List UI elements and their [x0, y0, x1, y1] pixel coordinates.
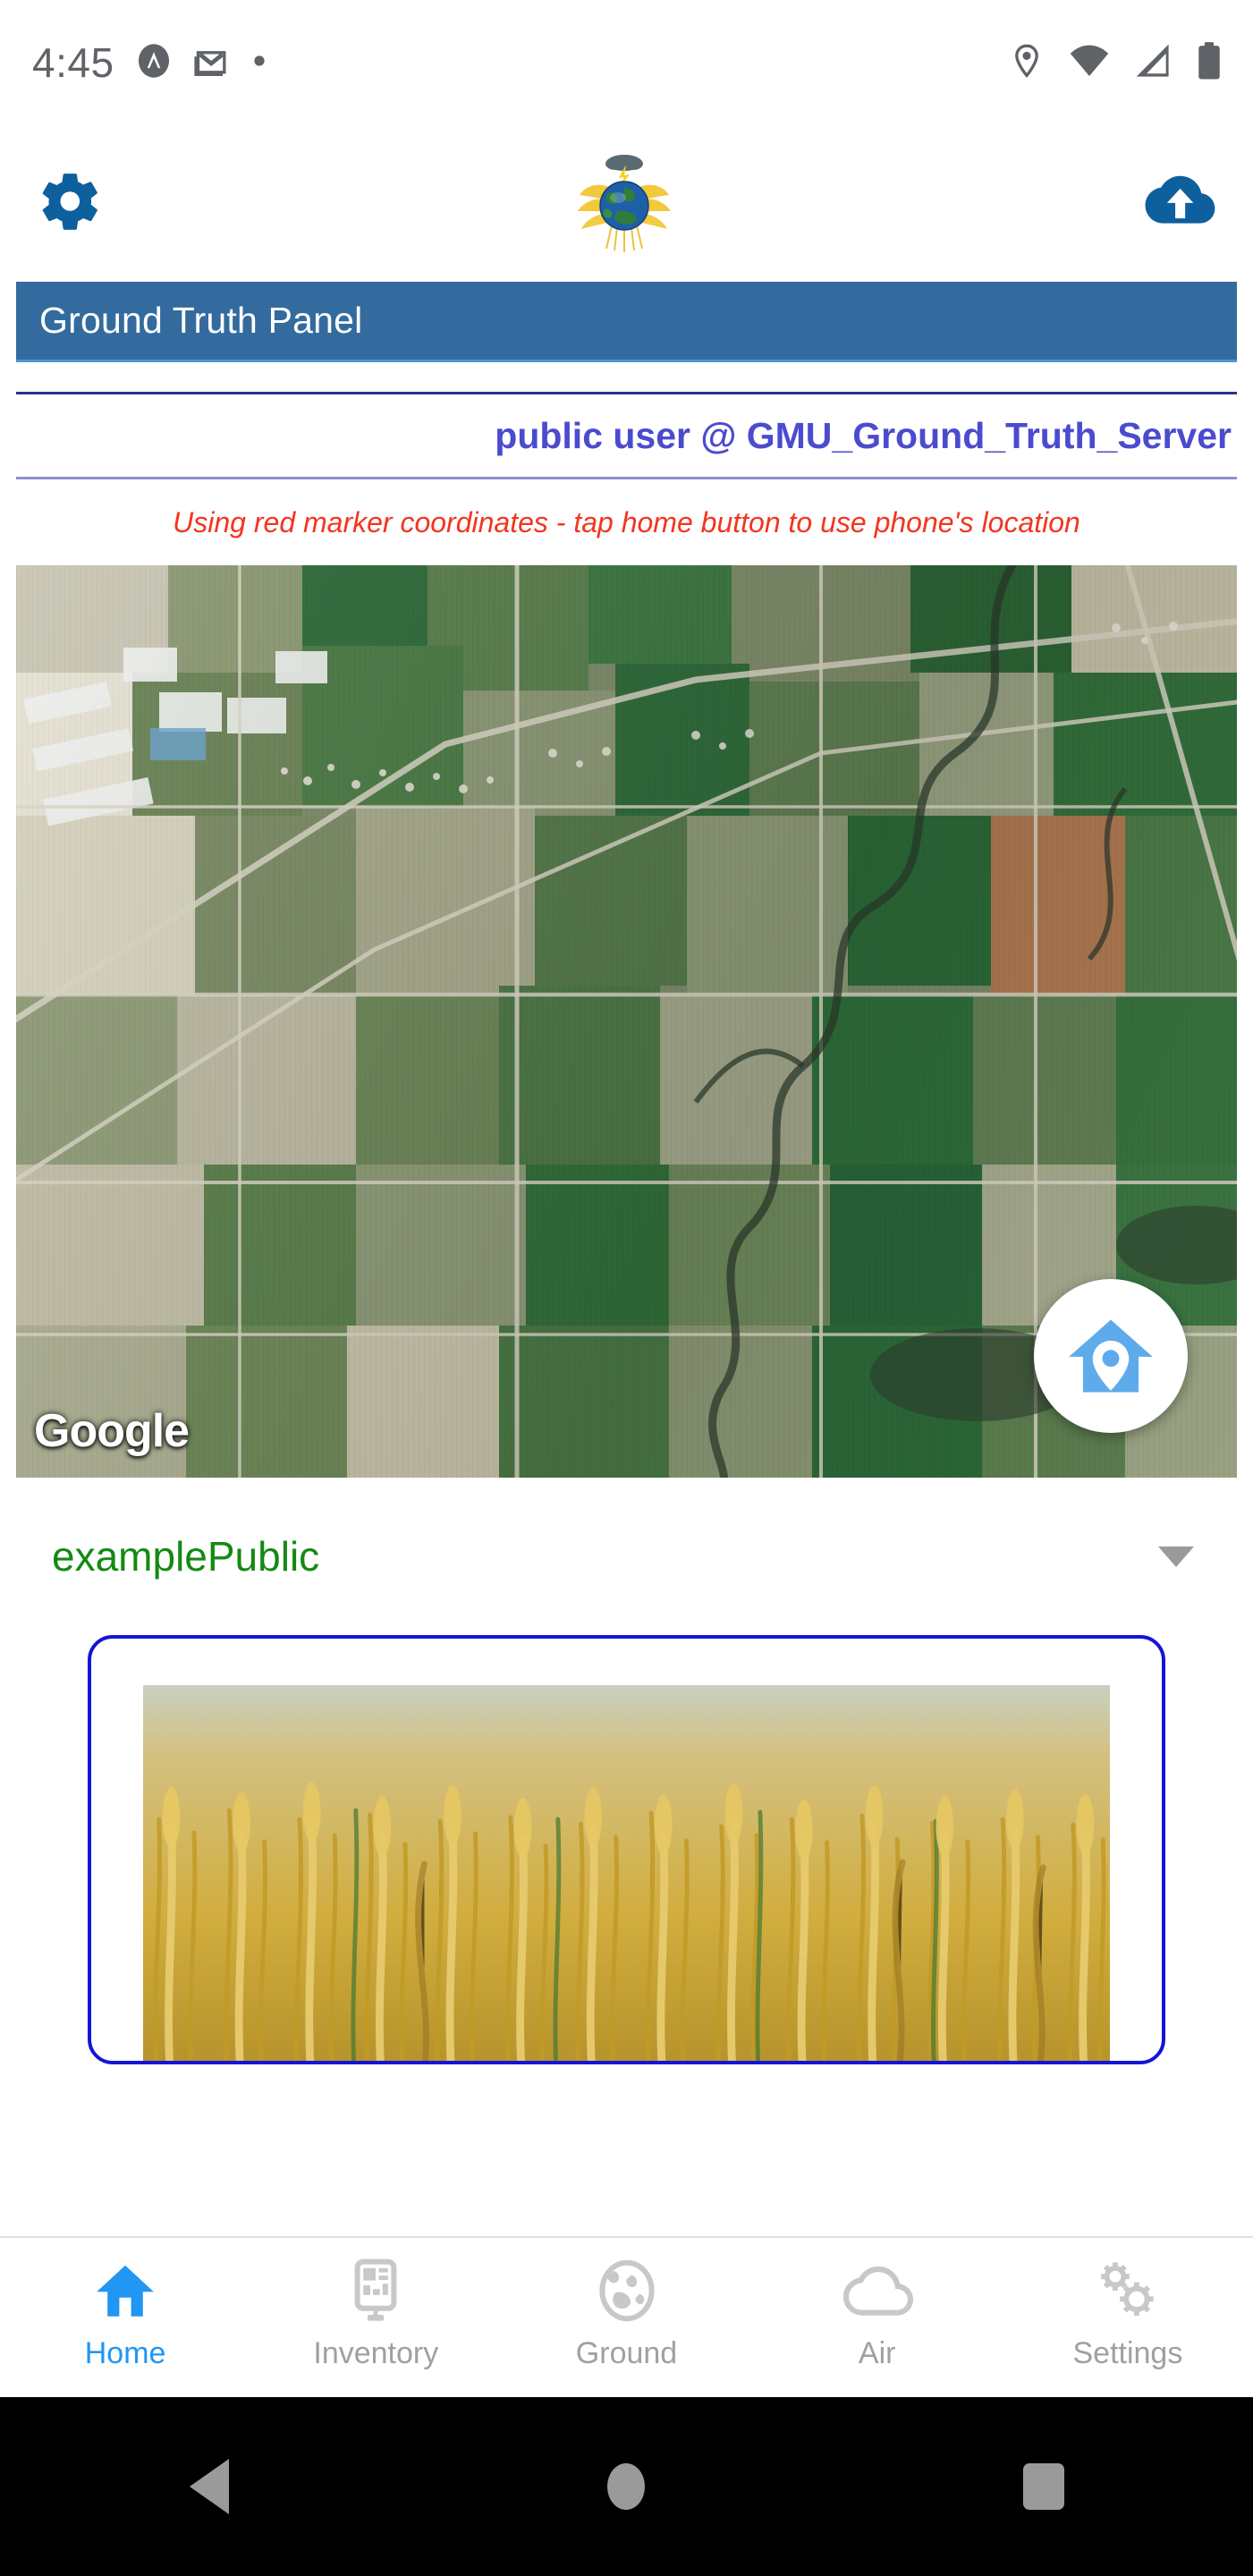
location-pin-icon	[1008, 42, 1046, 84]
gear-icon[interactable]	[38, 168, 104, 239]
globe-icon[interactable]	[595, 2252, 659, 2329]
back-triangle-icon[interactable]	[189, 2459, 229, 2514]
home-circle-icon[interactable]	[606, 2463, 645, 2510]
upload-button[interactable]	[1144, 170, 1215, 237]
nav-item-inventory[interactable]: Inventory	[250, 2252, 501, 2371]
page-title: Ground Truth Panel	[39, 300, 363, 341]
title-bar-container: Ground Truth Panel	[0, 282, 1253, 362]
user-info-row: public user @ GMU_Ground_Truth_Server	[0, 394, 1253, 477]
nav-label-ground[interactable]: Ground	[576, 2336, 677, 2371]
nav-label-home[interactable]: Home	[85, 2336, 166, 2371]
cell-signal-icon	[1133, 42, 1173, 84]
nav-item-air[interactable]: Air	[752, 2252, 1003, 2371]
nav-label-settings[interactable]: Settings	[1072, 2336, 1182, 2371]
chevron-down-icon[interactable]	[1158, 1546, 1194, 1567]
home-location-icon[interactable]	[1063, 1308, 1159, 1404]
status-bar-clock: 4:45	[32, 39, 114, 86]
dataset-dropdown-value[interactable]: examplePublic	[52, 1532, 319, 1580]
app-root: 4:45 Ground Truth Panel public user @ GM…	[0, 0, 1253, 2576]
assistant-badge-icon	[134, 41, 174, 85]
tablet-device-icon[interactable]	[346, 2252, 405, 2329]
dot-indicator-icon	[252, 54, 267, 72]
nav-item-ground[interactable]: Ground	[501, 2252, 751, 2371]
status-bar-right	[1008, 41, 1223, 85]
app-header	[0, 125, 1253, 282]
nav-item-home[interactable]: Home	[0, 2252, 250, 2371]
google-watermark: Google	[34, 1405, 190, 1457]
status-bar: 4:45	[0, 0, 1253, 125]
nav-label-air[interactable]: Air	[859, 2336, 896, 2371]
marker-hint-text: Using red marker coordinates - tap home …	[173, 505, 1080, 538]
globe-wheat-storm-logo	[577, 154, 671, 252]
status-bar-left: 4:45	[32, 38, 267, 87]
wheat-field-photo	[143, 1685, 1110, 2061]
battery-icon	[1196, 41, 1223, 85]
nav-item-settings[interactable]: Settings	[1003, 2252, 1253, 2371]
user-server-label: public user @ GMU_Ground_Truth_Server	[495, 414, 1232, 456]
content-card-container	[0, 1635, 1253, 2064]
panel-title-bar: Ground Truth Panel	[16, 282, 1237, 362]
map-view[interactable]: Google	[16, 565, 1237, 1478]
content-card[interactable]	[88, 1635, 1165, 2064]
dataset-dropdown[interactable]: examplePublic	[0, 1478, 1253, 1635]
settings-button[interactable]	[38, 168, 104, 239]
home-location-fab[interactable]	[1034, 1279, 1188, 1433]
gears-icon[interactable]	[1094, 2252, 1162, 2329]
recents-square-icon[interactable]	[1022, 2463, 1064, 2510]
cloud-upload-icon[interactable]	[1144, 170, 1215, 237]
bottom-navigation: Home Inventory Ground Air Settings	[0, 2236, 1253, 2397]
gmail-icon	[193, 41, 233, 85]
android-navigation-bar	[0, 2397, 1253, 2576]
home-icon[interactable]	[93, 2252, 157, 2329]
nav-label-inventory[interactable]: Inventory	[313, 2336, 438, 2371]
app-logo	[557, 146, 691, 262]
wifi-icon	[1069, 42, 1110, 84]
cloud-icon[interactable]	[842, 2252, 913, 2329]
